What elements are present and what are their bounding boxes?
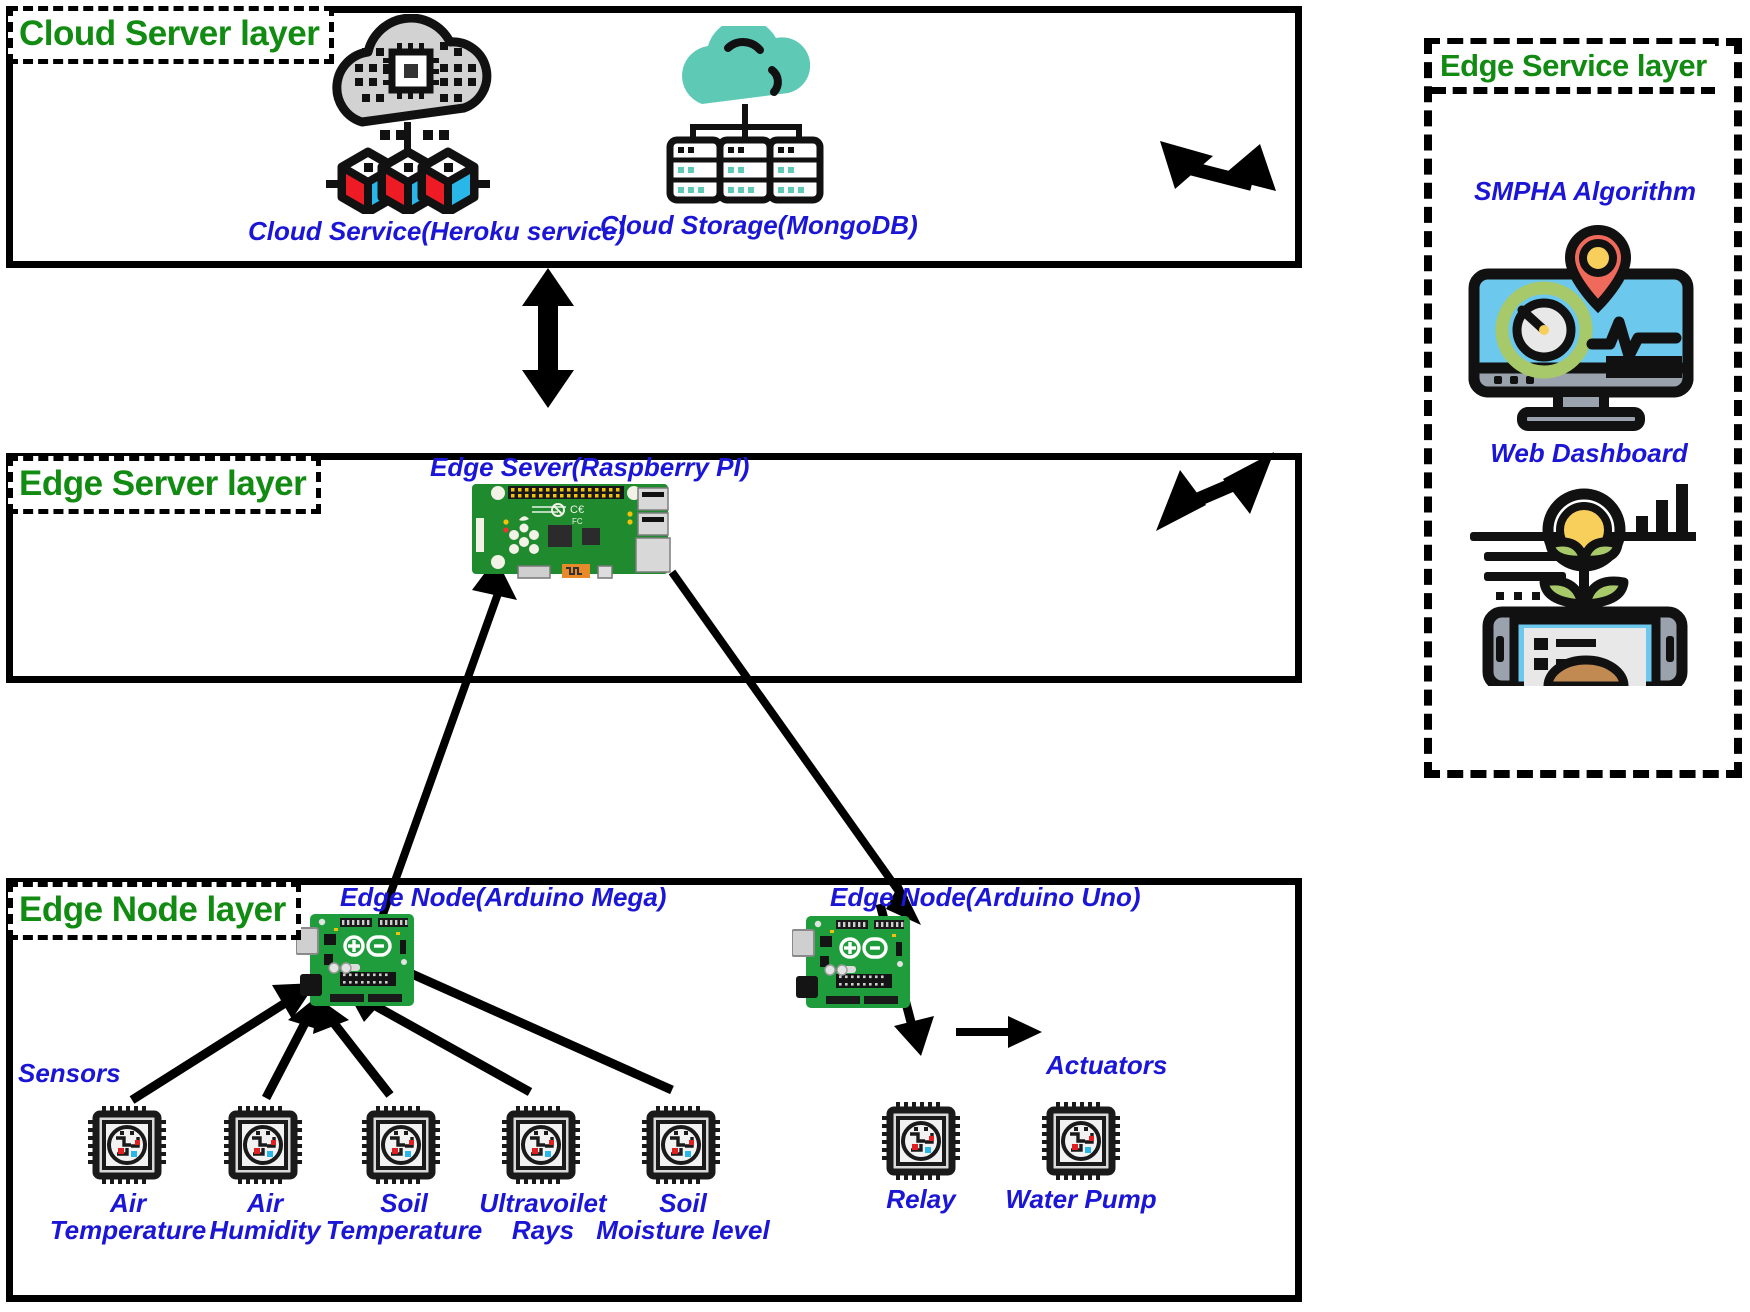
- svg-text:FC: FC: [572, 517, 583, 526]
- arduino-board-icon: [791, 912, 914, 1012]
- sensor-chip-icon: [1040, 1100, 1122, 1182]
- svg-text:C€: C€: [570, 504, 584, 516]
- caption-cloud-storage: Cloud Storage(MongoDB): [600, 210, 918, 240]
- layer-title-edge-server: Edge Server layer: [8, 456, 322, 514]
- sensor-label-line1: Air: [246, 1188, 284, 1218]
- sensor-chip-icon: [86, 1104, 168, 1186]
- sensor-label-line2: Rays: [511, 1214, 575, 1245]
- sensor-label-line1: Soil: [380, 1188, 428, 1218]
- layer-title-cloud-server: Cloud Server layer: [8, 6, 335, 64]
- monitor-radar-pin-icon: [1460, 218, 1710, 436]
- arduino-board-icon: [295, 910, 418, 1010]
- caption-smpha-algorithm: SMPHA Algorithm: [1474, 176, 1696, 206]
- sensor-label-line1: Air: [109, 1188, 147, 1218]
- sensor-chip-icon: [640, 1104, 722, 1186]
- sensor-chip-icon: [222, 1104, 304, 1186]
- sensor-label-line2: Humidity: [209, 1214, 321, 1245]
- raspberry-pi-board-icon: C€ FC: [470, 480, 688, 580]
- plant-tablet-chart-icon: [1460, 478, 1710, 692]
- caption-raspberry-pi: Edge Sever(Raspberry PI): [430, 452, 750, 482]
- sensor-chip-icon: [500, 1104, 582, 1186]
- label-sensors-group: Sensors: [18, 1058, 121, 1088]
- caption-web-dashboard: Web Dashboard: [1490, 438, 1688, 468]
- caption-cloud-service: Cloud Service(Heroku service): [248, 216, 626, 246]
- caption-arduino-uno: Edge Node(Arduino Uno): [830, 882, 1141, 912]
- label-water-pump: Water Pump: [1005, 1184, 1157, 1214]
- layer-title-edge-node: Edge Node layer: [8, 882, 301, 940]
- arrow-cloud-to-edge-server: [522, 268, 574, 408]
- label-soil-moisture-level: Soil Moisture level: [588, 1190, 778, 1244]
- sensor-label-line1: Soil: [659, 1188, 707, 1218]
- layer-title-edge-service: Edge Service layer: [1432, 44, 1715, 94]
- label-actuators-group: Actuators: [1046, 1050, 1168, 1080]
- caption-arduino-mega: Edge Node(Arduino Mega): [340, 882, 667, 912]
- sensor-label-line2: Moisture level: [596, 1214, 770, 1245]
- sensor-chip-icon: [360, 1104, 442, 1186]
- label-relay: Relay: [886, 1184, 956, 1214]
- sensor-chip-icon: [880, 1100, 962, 1182]
- cloud-database-servers-icon: [650, 18, 840, 206]
